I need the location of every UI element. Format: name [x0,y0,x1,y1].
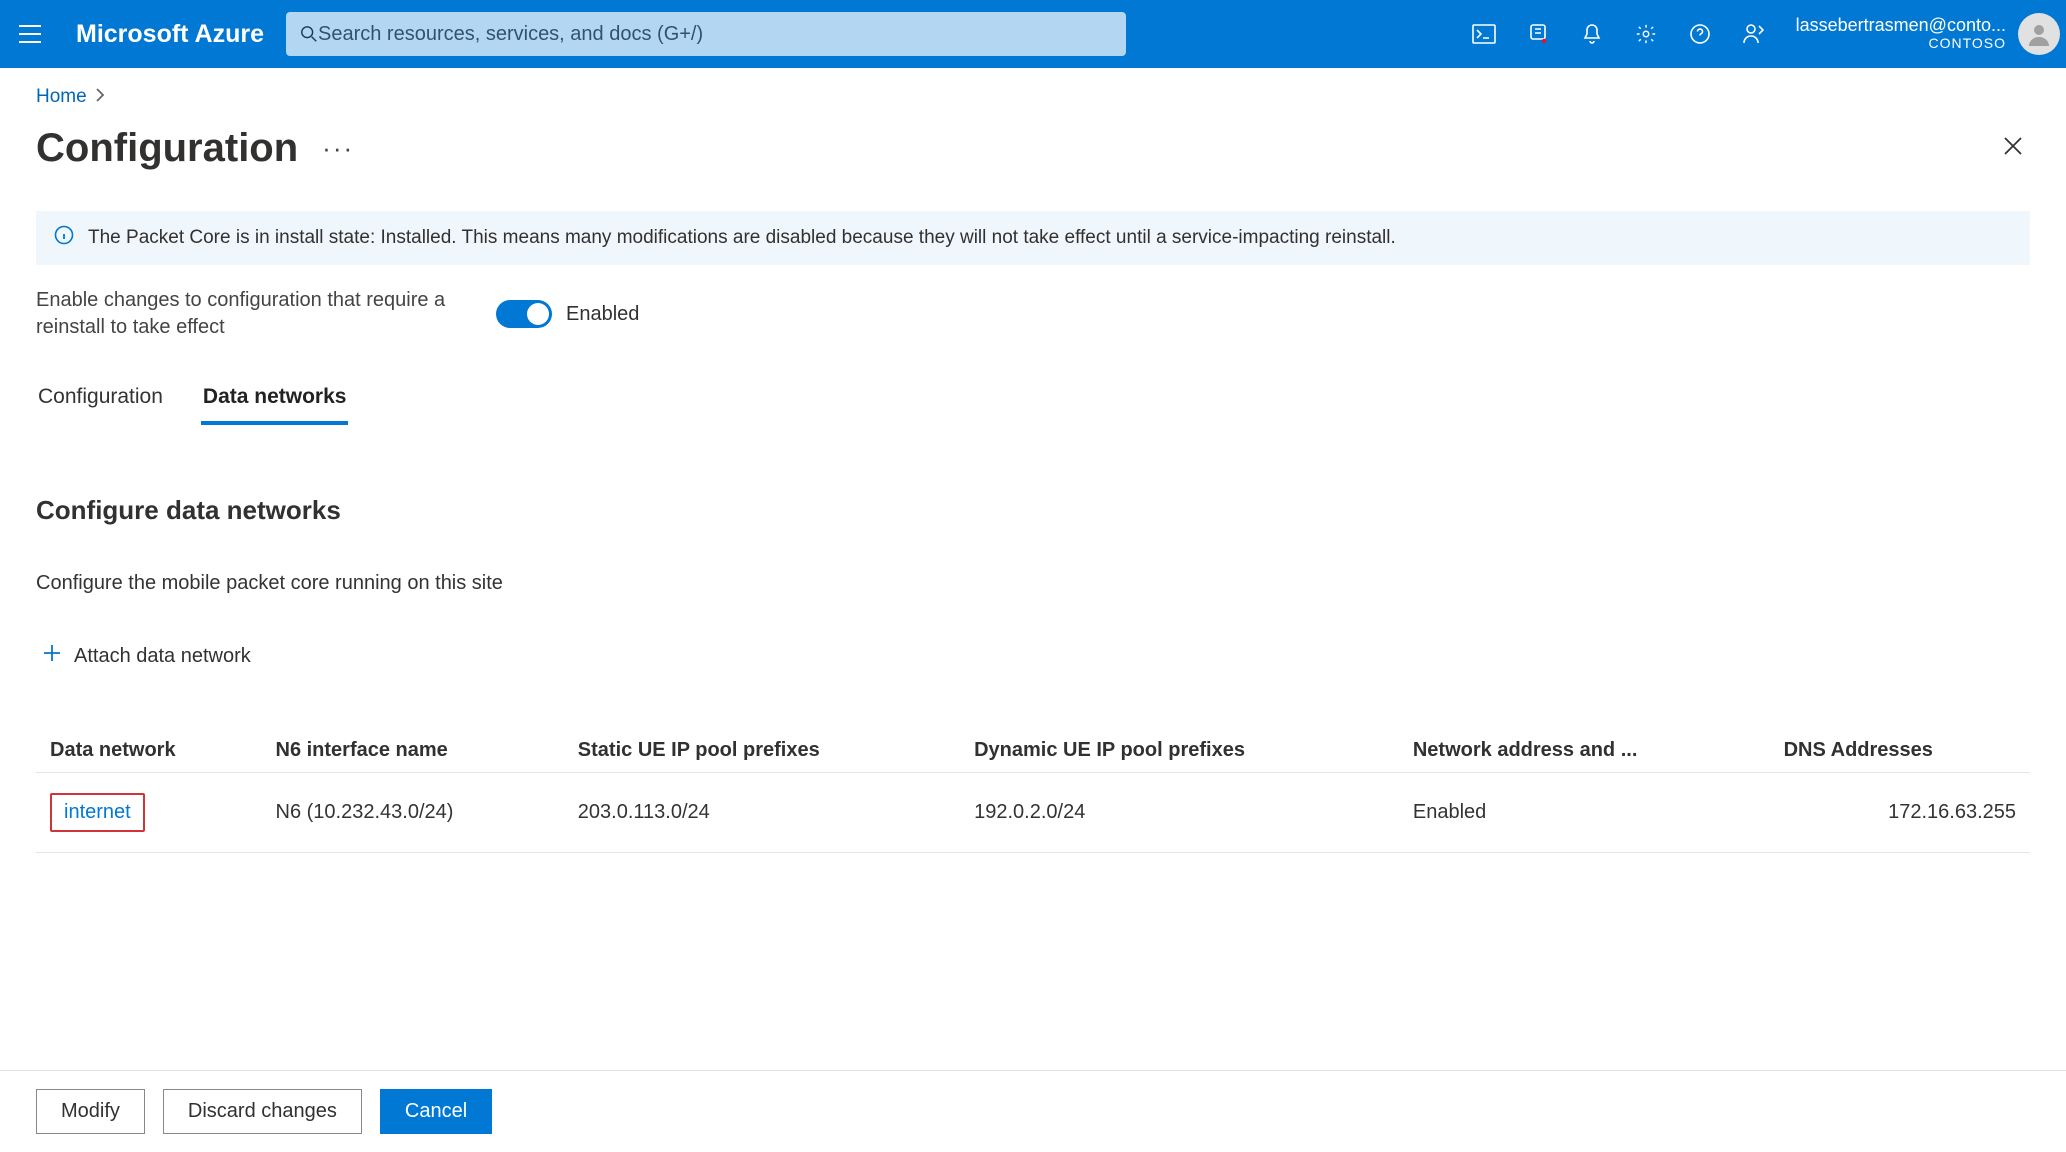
avatar [2018,13,2060,55]
table-row: internet N6 (10.232.43.0/24) 203.0.113.0… [36,773,2030,853]
section-heading: Configure data networks [36,495,2030,526]
menu-button[interactable] [0,0,60,68]
person-icon [2025,20,2053,48]
account-menu[interactable]: lassebertrasmen@conto... CONTOSO [1796,13,2060,55]
info-icon [54,225,74,251]
tab-strip: Configuration Data networks [36,381,2030,425]
account-email: lassebertrasmen@conto... [1796,16,2006,36]
help-icon [1689,23,1711,45]
gear-icon [1635,23,1657,45]
command-bar: Modify Discard changes Cancel [0,1070,2066,1152]
info-banner: The Packet Core is in install state: Ins… [36,211,2030,265]
tab-configuration[interactable]: Configuration [36,381,165,425]
hamburger-icon [19,25,41,43]
info-banner-text: The Packet Core is in install state: Ins… [88,227,1396,249]
feedback-button[interactable] [1730,10,1778,58]
close-icon [2002,135,2024,157]
tab-data-networks[interactable]: Data networks [201,381,349,425]
top-bar: Microsoft Azure lassebertrasmen@conto...… [0,0,2066,68]
attach-data-network-button[interactable]: Attach data network [36,639,257,673]
chevron-right-icon [95,86,105,108]
col-dns[interactable]: DNS Addresses [1770,729,2030,773]
enable-changes-toggle[interactable] [496,300,552,328]
help-button[interactable] [1676,10,1724,58]
feedback-icon [1742,23,1766,45]
cell-napt: Enabled [1399,773,1770,853]
copilot-button[interactable] [1514,10,1562,58]
toggle-knob [527,303,549,325]
col-n6[interactable]: N6 interface name [262,729,564,773]
page-title: Configuration [36,126,298,171]
global-search[interactable] [286,12,1126,56]
close-blade-button[interactable] [1996,129,2030,168]
search-input[interactable] [318,23,1112,46]
cell-static-ue: 203.0.113.0/24 [564,773,960,853]
breadcrumb-home[interactable]: Home [36,86,87,108]
data-network-link[interactable]: internet [50,793,145,832]
breadcrumb: Home [36,86,2030,108]
col-static-ue[interactable]: Static UE IP pool prefixes [564,729,960,773]
table-header-row: Data network N6 interface name Static UE… [36,729,2030,773]
cloud-shell-icon [1472,24,1496,44]
search-icon [300,25,318,43]
settings-button[interactable] [1622,10,1670,58]
cell-dns: 172.16.63.255 [1770,773,2030,853]
account-tenant: CONTOSO [1796,36,2006,51]
col-dynamic-ue[interactable]: Dynamic UE IP pool prefixes [960,729,1399,773]
col-napt[interactable]: Network address and ... [1399,729,1770,773]
brand-label[interactable]: Microsoft Azure [60,20,286,49]
main-content: Home Configuration ··· The Packet Core i… [0,68,2066,1070]
cancel-button[interactable]: Cancel [380,1089,492,1134]
bell-icon [1582,23,1602,45]
discard-changes-button[interactable]: Discard changes [163,1089,362,1134]
cell-n6: N6 (10.232.43.0/24) [262,773,564,853]
notifications-button[interactable] [1568,10,1616,58]
col-data-network[interactable]: Data network [36,729,262,773]
attach-label: Attach data network [74,645,251,668]
copilot-icon [1527,23,1549,45]
cloud-shell-button[interactable] [1460,10,1508,58]
more-actions-button[interactable]: ··· [322,133,354,164]
section-subtext: Configure the mobile packet core running… [36,572,2030,595]
modify-button[interactable]: Modify [36,1089,145,1134]
toggle-state-text: Enabled [566,303,639,326]
cell-dynamic-ue: 192.0.2.0/24 [960,773,1399,853]
enable-changes-label: Enable changes to configuration that req… [36,287,456,341]
plus-icon [42,643,62,669]
data-networks-table: Data network N6 interface name Static UE… [36,729,2030,853]
